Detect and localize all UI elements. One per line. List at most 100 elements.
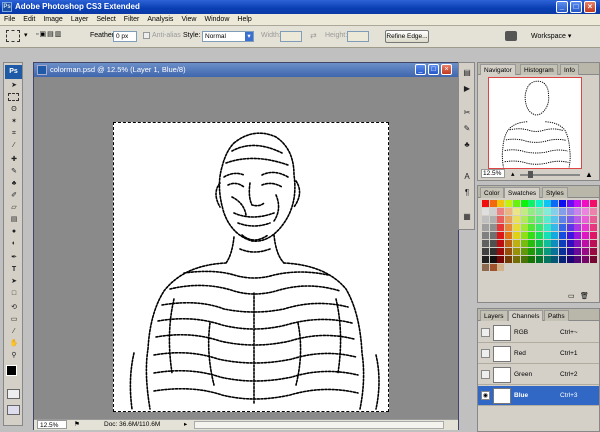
navigator-thumbnail[interactable]: [488, 77, 582, 169]
actions-panel-icon[interactable]: ▶: [461, 83, 473, 95]
swatch-grid[interactable]: [482, 200, 598, 280]
eye-icon[interactable]: ◉: [481, 391, 490, 400]
color-swatch[interactable]: [535, 216, 543, 223]
color-swatch[interactable]: [489, 240, 497, 247]
color-swatch[interactable]: [512, 224, 520, 231]
color-swatch[interactable]: [489, 208, 497, 215]
color-swatch[interactable]: [497, 216, 505, 223]
color-swatch[interactable]: [582, 248, 590, 255]
color-swatch[interactable]: [482, 224, 489, 231]
color-swatch[interactable]: [543, 200, 551, 207]
marquee-tool-icon[interactable]: [6, 30, 20, 42]
color-swatch[interactable]: [512, 240, 520, 247]
doc-maximize-button[interactable]: □: [428, 64, 439, 75]
gradient-tool-icon[interactable]: ▤: [6, 215, 22, 225]
width-input[interactable]: [280, 31, 302, 42]
color-swatch[interactable]: [551, 248, 559, 255]
color-swatch[interactable]: [505, 232, 513, 239]
color-swatch[interactable]: [589, 232, 597, 239]
visibility-toggle[interactable]: [481, 370, 490, 379]
zoom-slider-thumb[interactable]: [528, 171, 533, 178]
color-swatch[interactable]: [566, 216, 574, 223]
color-swatch[interactable]: [528, 224, 536, 231]
layer-comps-icon[interactable]: ▦: [461, 211, 473, 223]
color-swatch[interactable]: [543, 256, 551, 263]
color-swatch[interactable]: [543, 232, 551, 239]
color-swatch[interactable]: [566, 240, 574, 247]
color-swatch[interactable]: [551, 200, 559, 207]
color-swatch[interactable]: [551, 256, 559, 263]
color-swatch[interactable]: [543, 208, 551, 215]
channel-row-blue[interactable]: ◉ Blue Ctrl+3: [478, 386, 599, 406]
color-swatch[interactable]: [489, 264, 497, 271]
horizontal-scrollbar[interactable]: [194, 421, 444, 429]
color-swatch[interactable]: [566, 208, 574, 215]
history-panel-icon[interactable]: ▤: [461, 67, 473, 79]
color-swatch[interactable]: [559, 200, 566, 207]
color-swatch[interactable]: [582, 200, 590, 207]
color-swatch[interactable]: [543, 216, 551, 223]
color-swatch[interactable]: [528, 200, 536, 207]
healing-brush-tool-icon[interactable]: ✚: [6, 155, 22, 165]
brushes-panel-icon[interactable]: ✎: [461, 123, 473, 135]
color-swatch[interactable]: [505, 224, 513, 231]
rectangle-tool-icon[interactable]: □: [6, 289, 22, 299]
color-swatch[interactable]: [574, 216, 582, 223]
selection-mode-icons[interactable]: ▫▣▤▥: [36, 30, 80, 42]
color-swatch[interactable]: [505, 240, 513, 247]
color-swatch[interactable]: [520, 208, 528, 215]
menu-layer[interactable]: Layer: [67, 14, 93, 26]
notes-tool-icon[interactable]: ▭: [6, 315, 22, 325]
history-brush-tool-icon[interactable]: ✐: [6, 191, 22, 201]
lasso-tool-icon[interactable]: ʘ: [6, 105, 22, 115]
color-swatch[interactable]: [582, 216, 590, 223]
3d-rotate-tool-icon[interactable]: ⟲: [6, 303, 22, 313]
visibility-toggle[interactable]: [481, 349, 490, 358]
color-swatch[interactable]: [528, 240, 536, 247]
color-swatch[interactable]: [482, 248, 489, 255]
color-swatch[interactable]: [528, 248, 536, 255]
color-swatch[interactable]: [559, 208, 566, 215]
tab-color[interactable]: Color: [480, 187, 504, 198]
visibility-toggle[interactable]: [481, 328, 490, 337]
color-swatch[interactable]: [489, 200, 497, 207]
eyedropper-tool-icon[interactable]: ⁄: [6, 141, 22, 151]
color-swatch[interactable]: [559, 224, 566, 231]
eyedropper-sample-tool-icon[interactable]: ⁄: [6, 327, 22, 337]
channel-row-rgb[interactable]: RGB Ctrl+~: [478, 323, 599, 343]
color-swatch[interactable]: [589, 248, 597, 255]
color-swatch[interactable]: [520, 200, 528, 207]
color-swatch[interactable]: [505, 200, 513, 207]
tool-preset-chevron-icon[interactable]: ▾: [24, 31, 28, 39]
zoom-tool-icon[interactable]: ⚲: [6, 351, 22, 361]
document-title-bar[interactable]: colorman.psd @ 12.5% (Layer 1, Blue/8) _…: [34, 63, 458, 77]
close-button[interactable]: ×: [584, 1, 596, 13]
minimize-button[interactable]: _: [556, 1, 568, 13]
status-icon[interactable]: ⚑: [74, 420, 80, 430]
tool-presets-icon[interactable]: ✂: [461, 107, 473, 119]
color-swatch[interactable]: [505, 248, 513, 255]
color-swatch[interactable]: [520, 224, 528, 231]
color-swatch[interactable]: [535, 232, 543, 239]
tab-layers[interactable]: Layers: [480, 310, 508, 321]
zoom-level-field[interactable]: 12.5%: [37, 420, 67, 429]
menu-image[interactable]: Image: [39, 14, 66, 26]
doc-close-button[interactable]: ×: [441, 64, 452, 75]
color-swatch[interactable]: [535, 208, 543, 215]
tab-paths[interactable]: Paths: [544, 310, 569, 321]
pen-tool-icon[interactable]: ✒: [6, 253, 22, 263]
color-swatch[interactable]: [582, 224, 590, 231]
color-swatch[interactable]: [535, 248, 543, 255]
tab-channels[interactable]: Channels: [508, 310, 544, 321]
color-swatch[interactable]: [520, 232, 528, 239]
crop-tool-icon[interactable]: ⌗: [6, 129, 22, 139]
color-swatch[interactable]: [559, 216, 566, 223]
zoom-in-icon[interactable]: ▲: [585, 169, 593, 180]
image-canvas[interactable]: [113, 122, 389, 412]
color-swatch[interactable]: [497, 248, 505, 255]
zoom-out-icon[interactable]: ▴: [511, 169, 515, 180]
color-swatch[interactable]: [482, 256, 489, 263]
color-swatch[interactable]: [543, 248, 551, 255]
tab-styles[interactable]: Styles: [542, 187, 568, 198]
refine-edge-button[interactable]: Refine Edge...: [385, 30, 429, 43]
